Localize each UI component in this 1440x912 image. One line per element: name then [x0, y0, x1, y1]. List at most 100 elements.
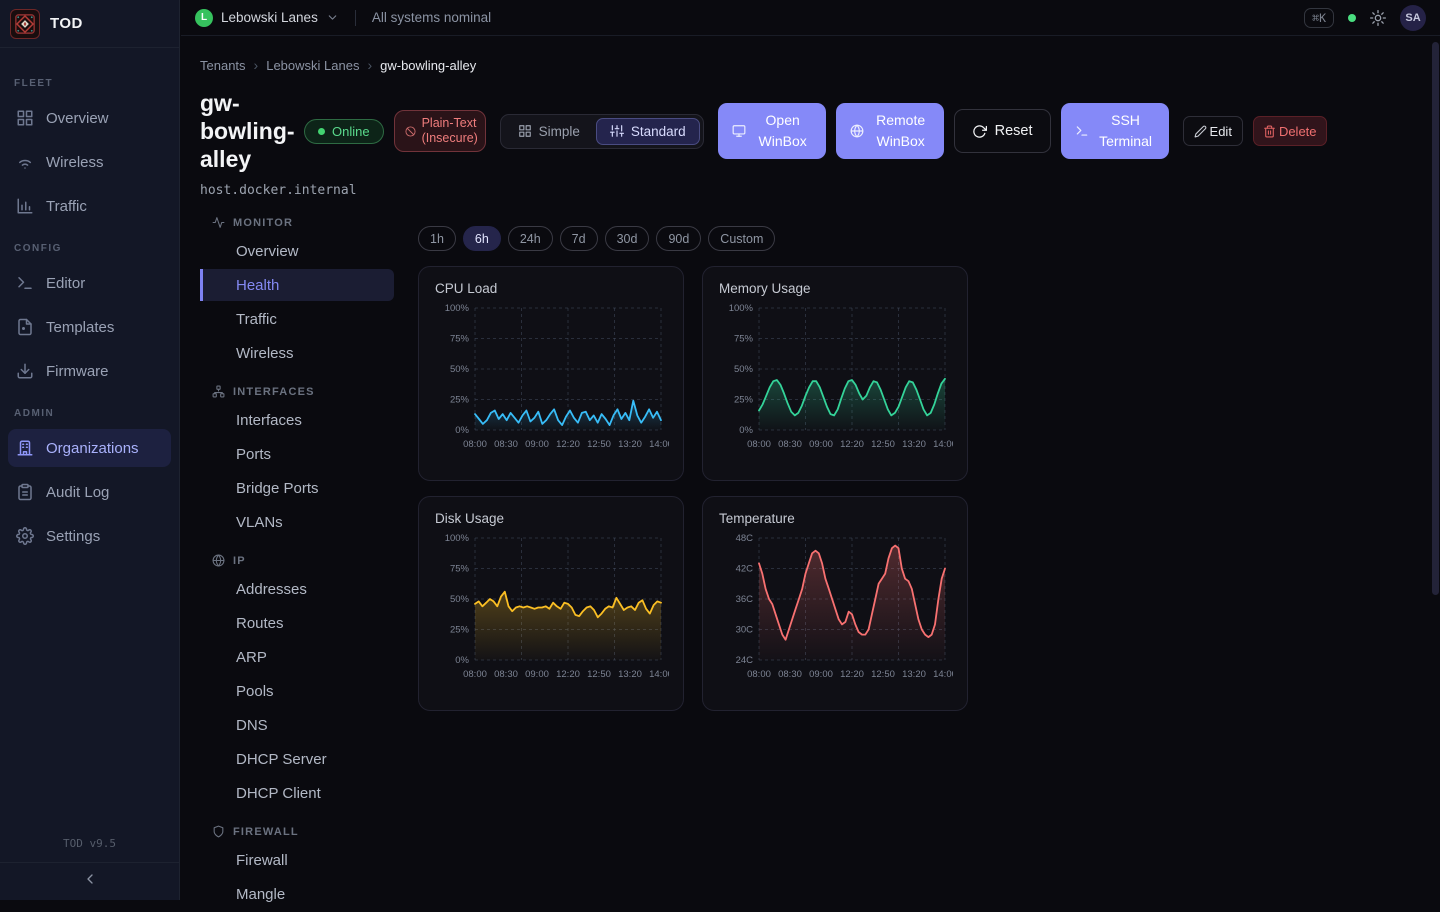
- time-range-30d[interactable]: 30d: [605, 226, 650, 251]
- subnav-item-overview[interactable]: Overview: [200, 235, 394, 267]
- sidebar: TOD FLEETOverviewWirelessTrafficCONFIGEd…: [0, 0, 180, 900]
- device-title: gw-bowling-alley: [200, 89, 318, 173]
- delete-button[interactable]: Delete: [1253, 116, 1327, 146]
- svg-text:75%: 75%: [450, 564, 470, 575]
- online-dot-icon: [318, 128, 325, 135]
- reset-button[interactable]: Reset: [954, 109, 1051, 153]
- refresh-icon: [972, 124, 987, 139]
- subnav-item-interfaces[interactable]: Interfaces: [200, 404, 394, 436]
- svg-text:30C: 30C: [736, 625, 754, 636]
- subnav-item-bridge-ports[interactable]: Bridge Ports: [200, 472, 394, 504]
- subnav-item-label: Overview: [236, 243, 299, 260]
- sidebar-collapse-button[interactable]: [0, 862, 179, 900]
- open-winbox-button[interactable]: Open WinBox: [718, 103, 826, 159]
- subnav-item-dhcp-client[interactable]: DHCP Client: [200, 777, 394, 809]
- svg-text:48C: 48C: [736, 533, 754, 544]
- insecure-badge: Plain-Text (Insecure): [394, 110, 486, 152]
- device-actions: Open WinBoxRemote WinBoxResetSSH Termina…: [718, 103, 1327, 159]
- subnav-item-firewall[interactable]: Firewall: [200, 844, 394, 876]
- subnav-item-traffic[interactable]: Traffic: [200, 303, 394, 335]
- chart-card-memory-usage: Memory Usage100%75%50%25%0%08:0008:3009:…: [702, 266, 968, 481]
- subnav-item-label: Interfaces: [236, 412, 302, 429]
- view-mode-simple[interactable]: Simple: [504, 118, 594, 145]
- sidebar-item-label: Audit Log: [46, 484, 109, 501]
- svg-text:08:30: 08:30: [494, 669, 518, 680]
- edit-button[interactable]: Edit: [1183, 116, 1243, 146]
- theme-toggle-sun-icon[interactable]: [1370, 10, 1386, 26]
- building-icon: [16, 439, 34, 457]
- sidebar-item-audit-log[interactable]: Audit Log: [8, 473, 171, 511]
- sidebar-item-traffic[interactable]: Traffic: [8, 187, 171, 225]
- sidebar-item-settings[interactable]: Settings: [8, 517, 171, 555]
- device-subnav: MONITOROverviewHealthTrafficWirelessINTE…: [200, 212, 394, 912]
- insecure-badge-label: Plain-Text (Insecure): [422, 116, 478, 146]
- tenant-switcher[interactable]: L Lebowski Lanes: [195, 9, 339, 27]
- subnav-section-label: FIREWALL: [233, 826, 299, 838]
- time-range-6h[interactable]: 6h: [463, 226, 501, 251]
- svg-text:14:00: 14:00: [933, 439, 953, 450]
- subnav-section-label: INTERFACES: [233, 386, 315, 398]
- chart-title: CPU Load: [435, 281, 667, 296]
- grid-icon: [16, 109, 34, 127]
- breadcrumb-item-lebowski-lanes[interactable]: Lebowski Lanes: [266, 58, 359, 73]
- breadcrumb-item-tenants[interactable]: Tenants: [200, 58, 246, 73]
- svg-text:09:00: 09:00: [809, 669, 833, 680]
- sidebar-item-label: Traffic: [46, 198, 87, 215]
- subnav-item-dns[interactable]: DNS: [200, 709, 394, 741]
- topbar-divider: [355, 10, 356, 26]
- subnav-item-dhcp-server[interactable]: DHCP Server: [200, 743, 394, 775]
- vertical-scrollbar[interactable]: [1432, 42, 1439, 595]
- subnav-item-ports[interactable]: Ports: [200, 438, 394, 470]
- command-palette-shortcut[interactable]: ⌘K: [1304, 8, 1334, 28]
- time-range-custom[interactable]: Custom: [708, 226, 775, 251]
- sidebar-item-wireless[interactable]: Wireless: [8, 143, 171, 181]
- svg-text:08:30: 08:30: [778, 439, 802, 450]
- subnav-item-label: Pools: [236, 683, 274, 700]
- chart-title: Temperature: [719, 511, 951, 526]
- clipboard-icon: [16, 483, 34, 501]
- sidebar-item-overview[interactable]: Overview: [8, 99, 171, 137]
- chart-disk-usage: 100%75%50%25%0%08:0008:3009:0012:2012:50…: [435, 530, 669, 682]
- subnav-item-label: ARP: [236, 649, 267, 666]
- sidebar-item-editor[interactable]: Editor: [8, 264, 171, 302]
- view-mode-toggle: SimpleStandard: [500, 114, 704, 149]
- svg-text:08:00: 08:00: [463, 439, 487, 450]
- sidebar-item-firmware[interactable]: Firmware: [8, 352, 171, 390]
- remote-winbox-button[interactable]: Remote WinBox: [836, 103, 944, 159]
- view-mode-standard[interactable]: Standard: [596, 118, 700, 145]
- device-hostname: host.docker.internal: [200, 183, 1440, 198]
- terminal-icon: [1075, 124, 1089, 138]
- ssh-terminal-button[interactable]: SSH Terminal: [1061, 103, 1169, 159]
- wifi-icon: [16, 153, 34, 171]
- time-range-1h[interactable]: 1h: [418, 226, 456, 251]
- subnav-item-label: Health: [236, 277, 279, 294]
- time-range-7d[interactable]: 7d: [560, 226, 598, 251]
- time-range-90d[interactable]: 90d: [656, 226, 701, 251]
- pencil-icon: [1194, 125, 1207, 138]
- subnav-item-label: Firewall: [236, 852, 288, 869]
- breadcrumb-separator: ›: [254, 57, 259, 73]
- app-name: TOD: [50, 15, 83, 32]
- svg-text:12:20: 12:20: [556, 439, 580, 450]
- subnav-item-health[interactable]: Health: [200, 269, 394, 301]
- subnav-item-vlans[interactable]: VLANs: [200, 506, 394, 538]
- chart-card-cpu-load: CPU Load100%75%50%25%0%08:0008:3009:0012…: [418, 266, 684, 481]
- sidebar-item-templates[interactable]: Templates: [8, 308, 171, 346]
- sidebar-item-organizations[interactable]: Organizations: [8, 429, 171, 467]
- subnav-item-addresses[interactable]: Addresses: [200, 573, 394, 605]
- sidebar-item-label: Firmware: [46, 363, 109, 380]
- subnav-item-pools[interactable]: Pools: [200, 675, 394, 707]
- subnav-item-wireless[interactable]: Wireless: [200, 337, 394, 369]
- subnav-item-routes[interactable]: Routes: [200, 607, 394, 639]
- svg-text:08:30: 08:30: [778, 669, 802, 680]
- sidebar-item-label: Templates: [46, 319, 114, 336]
- subnav-item-arp[interactable]: ARP: [200, 641, 394, 673]
- subnav-item-mangle[interactable]: Mangle: [200, 878, 394, 910]
- globe-icon: [212, 554, 225, 567]
- bar-chart-icon: [16, 197, 34, 215]
- time-range-24h[interactable]: 24h: [508, 226, 553, 251]
- user-avatar[interactable]: SA: [1400, 5, 1426, 31]
- subnav-item-label: Ports: [236, 446, 271, 463]
- activity-icon: [212, 216, 225, 229]
- breadcrumb-separator: ›: [367, 57, 372, 73]
